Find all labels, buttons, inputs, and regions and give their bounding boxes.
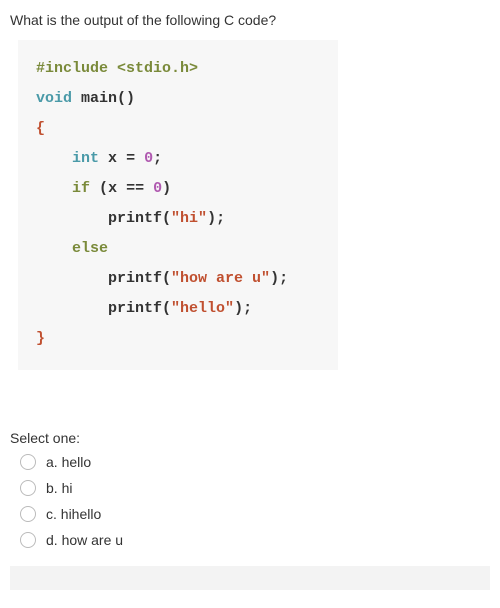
code-line: { (36, 114, 320, 144)
question-text: What is the output of the following C co… (10, 12, 490, 28)
options-group: a. hello b. hi c. hihello d. how are u (10, 454, 490, 548)
option-label: b. hi (46, 480, 72, 496)
code-line: printf("hello"); (36, 294, 320, 324)
radio-icon[interactable] (20, 532, 36, 548)
option-row[interactable]: d. how are u (20, 532, 490, 548)
radio-icon[interactable] (20, 480, 36, 496)
option-row[interactable]: b. hi (20, 480, 490, 496)
option-label: c. hihello (46, 506, 101, 522)
code-line: else (36, 234, 320, 264)
option-row[interactable]: c. hihello (20, 506, 490, 522)
radio-icon[interactable] (20, 506, 36, 522)
code-line: int x = 0; (36, 144, 320, 174)
option-label: a. hello (46, 454, 91, 470)
code-block: #include <stdio.h>void main(){ int x = 0… (18, 40, 338, 370)
select-one-label: Select one: (10, 430, 490, 446)
code-line: printf("how are u"); (36, 264, 320, 294)
code-line: printf("hi"); (36, 204, 320, 234)
option-label: d. how are u (46, 532, 123, 548)
code-line: void main() (36, 84, 320, 114)
footer-bar (10, 566, 490, 590)
code-line: #include <stdio.h> (36, 54, 320, 84)
radio-icon[interactable] (20, 454, 36, 470)
option-row[interactable]: a. hello (20, 454, 490, 470)
code-line: if (x == 0) (36, 174, 320, 204)
code-line: } (36, 324, 320, 354)
